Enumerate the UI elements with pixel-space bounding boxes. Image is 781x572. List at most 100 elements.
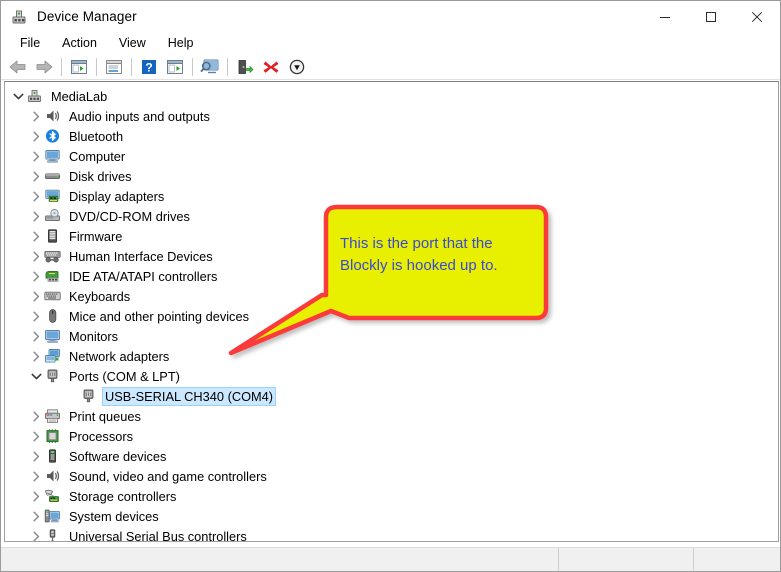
tree-node[interactable]: DVD/CD-ROM drives: [5, 206, 778, 226]
tree-node[interactable]: Monitors: [5, 326, 778, 346]
chevron-right-icon[interactable]: [28, 108, 44, 124]
help-button[interactable]: ?: [136, 55, 162, 79]
tree-node[interactable]: Universal Serial Bus controllers: [5, 526, 778, 542]
tree-node-selected[interactable]: USB-SERIAL CH340 (COM4): [5, 386, 778, 406]
chevron-right-icon[interactable]: [28, 328, 44, 344]
chevron-right-icon[interactable]: [28, 488, 44, 504]
chevron-right-icon[interactable]: [28, 348, 44, 364]
toolbar-separator: [61, 57, 62, 76]
system-device-icon: [44, 508, 61, 524]
monitor-icon: [44, 328, 61, 344]
chevron-right-icon[interactable]: [28, 128, 44, 144]
tree-node[interactable]: Sound, video and game controllers: [5, 466, 778, 486]
action-pane-icon: [167, 59, 183, 74]
window-controls: [642, 1, 780, 32]
keyboard-icon: [44, 288, 61, 304]
dvd-drive-icon: [44, 208, 61, 224]
show-hide-action-pane-button[interactable]: [162, 55, 188, 79]
chevron-right-icon[interactable]: [28, 508, 44, 524]
firmware-icon: [44, 228, 61, 244]
mouse-icon: [44, 308, 61, 324]
tree-node-label: Software devices: [69, 448, 167, 464]
update-driver-button[interactable]: [232, 55, 258, 79]
disable-device-button[interactable]: [284, 55, 310, 79]
tree-node-label: Storage controllers: [69, 488, 177, 504]
chevron-right-icon[interactable]: [28, 448, 44, 464]
menu-file[interactable]: File: [9, 34, 51, 52]
status-bar: [1, 547, 780, 571]
tree-node-label: Mice and other pointing devices: [69, 308, 249, 324]
tree-node-label: Display adapters: [69, 188, 165, 204]
tree-node[interactable]: Display adapters: [5, 186, 778, 206]
chevron-right-icon[interactable]: [28, 248, 44, 264]
device-manager-window: Device Manager File Action View Help ? M…: [0, 0, 781, 572]
tree-node[interactable]: MediaLab: [5, 86, 778, 106]
tree-node[interactable]: Mice and other pointing devices: [5, 306, 778, 326]
tree-node-label: Processors: [69, 428, 134, 444]
tree-node[interactable]: Audio inputs and outputs: [5, 106, 778, 126]
chevron-right-icon[interactable]: [28, 168, 44, 184]
chevron-right-icon[interactable]: [28, 308, 44, 324]
svg-text:?: ?: [145, 60, 152, 74]
tree-node[interactable]: Storage controllers: [5, 486, 778, 506]
chevron-right-icon[interactable]: [28, 288, 44, 304]
scan-for-hardware-changes-button[interactable]: [197, 55, 223, 79]
disk-drive-icon: [44, 168, 61, 184]
tree-node[interactable]: IDE ATA/ATAPI controllers: [5, 266, 778, 286]
port-icon: [44, 368, 61, 384]
tree-node[interactable]: Disk drives: [5, 166, 778, 186]
back-button[interactable]: [5, 55, 31, 79]
tree-node-label: Sound, video and game controllers: [69, 468, 267, 484]
computer-node-icon: [26, 88, 43, 104]
toolbar-separator: [227, 57, 228, 76]
tree-node[interactable]: Ports (COM & LPT): [5, 366, 778, 386]
chevron-right-icon[interactable]: [28, 268, 44, 284]
chevron-right-icon[interactable]: [28, 408, 44, 424]
tree-node-label: Keyboards: [69, 288, 131, 304]
menu-bar: File Action View Help: [1, 32, 780, 54]
tree-node-label: Audio inputs and outputs: [69, 108, 210, 124]
title-bar: Device Manager: [1, 1, 780, 32]
down-arrow-circle-icon: [289, 59, 305, 74]
chevron-right-icon[interactable]: [28, 188, 44, 204]
tree-node-label: Universal Serial Bus controllers: [69, 528, 247, 542]
tree-node[interactable]: Firmware: [5, 226, 778, 246]
uninstall-device-button[interactable]: [258, 55, 284, 79]
chevron-right-icon[interactable]: [28, 228, 44, 244]
tree-node-label: Human Interface Devices: [69, 248, 213, 264]
tree-node[interactable]: Software devices: [5, 446, 778, 466]
tree-node-label: Firmware: [69, 228, 123, 244]
maximize-button[interactable]: [688, 1, 734, 32]
tree-node[interactable]: System devices: [5, 506, 778, 526]
tree-node[interactable]: Network adapters: [5, 346, 778, 366]
chevron-right-icon[interactable]: [28, 148, 44, 164]
forward-button[interactable]: [31, 55, 57, 79]
properties-button[interactable]: [101, 55, 127, 79]
show-hide-console-tree-button[interactable]: [66, 55, 92, 79]
tree-node[interactable]: Computer: [5, 146, 778, 166]
red-x-icon: [263, 61, 279, 73]
tree-node[interactable]: Processors: [5, 426, 778, 446]
chevron-down-icon[interactable]: [10, 88, 26, 104]
tree-node-label: Bluetooth: [69, 128, 124, 144]
device-tree-pane[interactable]: MediaLab Audio inputs and outputs Bluetoot…: [4, 81, 779, 542]
tree-node[interactable]: Keyboards: [5, 286, 778, 306]
tree-node[interactable]: Print queues: [5, 406, 778, 426]
chevron-right-icon[interactable]: [28, 208, 44, 224]
help-question-icon: ?: [142, 59, 156, 74]
tree-node[interactable]: Bluetooth: [5, 126, 778, 146]
chevron-down-icon[interactable]: [28, 368, 44, 384]
chevron-right-icon[interactable]: [28, 528, 44, 541]
menu-view[interactable]: View: [108, 34, 157, 52]
tree-node[interactable]: Human Interface Devices: [5, 246, 778, 266]
menu-action[interactable]: Action: [51, 34, 108, 52]
minimize-button[interactable]: [642, 1, 688, 32]
status-cell-tertiary: [694, 548, 780, 571]
window-title: Device Manager: [37, 9, 137, 24]
close-button[interactable]: [734, 1, 780, 32]
console-tree-icon: [71, 59, 87, 74]
tree-node-label: Ports (COM & LPT): [69, 368, 180, 384]
menu-help[interactable]: Help: [157, 34, 205, 52]
chevron-right-icon[interactable]: [28, 428, 44, 444]
chevron-right-icon[interactable]: [28, 468, 44, 484]
